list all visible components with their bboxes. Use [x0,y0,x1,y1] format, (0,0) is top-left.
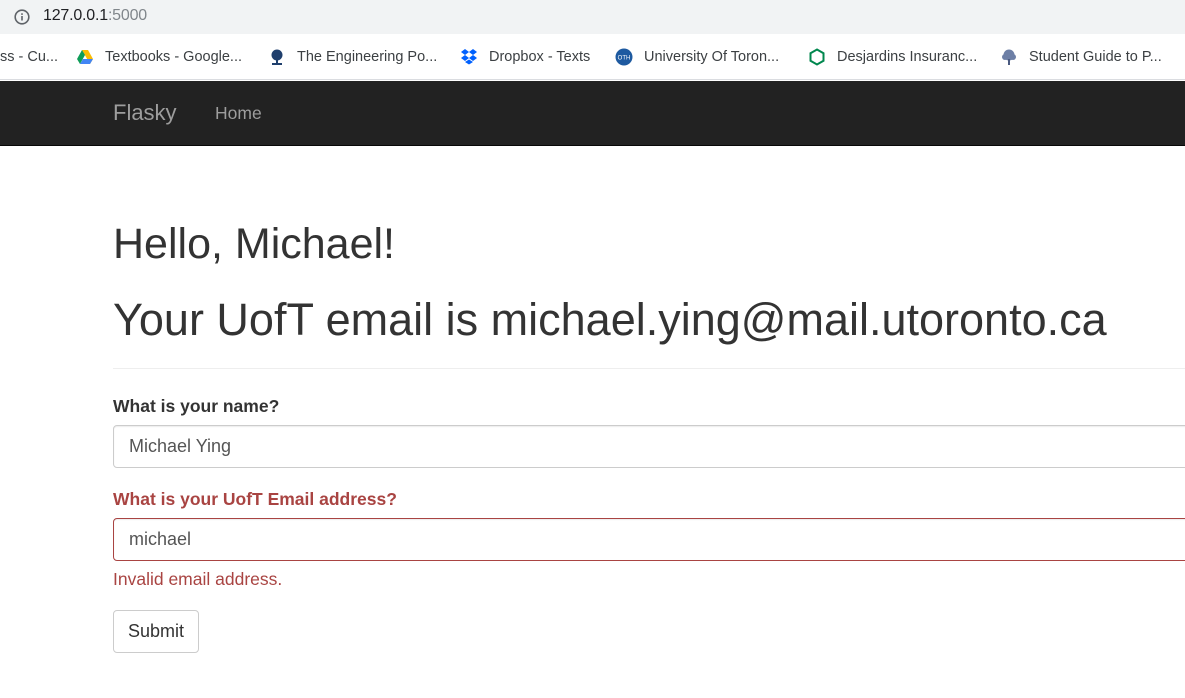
bookmark-label: The Engineering Po... [297,49,438,65]
info-icon[interactable] [14,9,30,25]
name-label: What is your name? [113,396,280,416]
bookmark-label: Student Guide to P... [1029,49,1162,65]
nav-link-home[interactable]: Home [215,103,262,124]
university-badge-icon: OTH [615,48,633,66]
navbar-brand[interactable]: Flasky [113,100,177,126]
divider [113,368,1185,369]
bookmarks-bar: ss - Cu... Textbooks - Google... The Eng… [0,34,1185,80]
bookmark-label: ss - Cu... [0,49,59,65]
bookmark-label: Textbooks - Google... [105,49,243,65]
tree-crest-icon [1000,48,1018,66]
email-input[interactable] [113,518,1185,561]
url-port: :5000 [107,7,147,24]
bookmark-label: Dropbox - Texts [489,49,591,65]
omnibox[interactable]: 127.0.0.1:5000 [0,0,1185,34]
bookmark-label: Desjardins Insuranc... [837,49,978,65]
email-heading: Your UofT email is michael.ying@mail.uto… [113,294,1107,345]
bookmark-item[interactable]: Desjardins Insuranc... [808,47,977,67]
navbar: Flasky Home [0,81,1185,146]
bookmark-item[interactable]: The Engineering Po... [268,47,437,67]
engineering-crest-icon [268,48,286,66]
url-text[interactable]: 127.0.0.1:5000 [43,7,147,25]
svg-text:OTH: OTH [618,56,631,62]
bookmark-item[interactable]: ss - Cu... [0,47,58,67]
bookmark-item[interactable]: Dropbox - Texts [460,47,590,67]
submit-button[interactable]: Submit [113,610,199,653]
name-input[interactable] [113,425,1185,468]
address-bar: 127.0.0.1:5000 [0,0,1185,34]
greeting-heading: Hello, Michael! [113,220,395,268]
email-label: What is your UofT Email address? [113,489,397,509]
dropbox-icon [460,48,478,66]
bookmark-item[interactable]: Student Guide to P... [1000,47,1162,67]
google-drive-icon [76,48,94,66]
bookmark-item[interactable]: OTH University Of Toron... [615,47,779,67]
bookmark-item[interactable]: Textbooks - Google... [76,47,242,67]
email-error-message: Invalid email address. [113,569,283,589]
bookmark-label: University Of Toron... [644,49,780,65]
url-host: 127.0.0.1 [43,7,108,24]
hexagon-icon [808,48,826,66]
